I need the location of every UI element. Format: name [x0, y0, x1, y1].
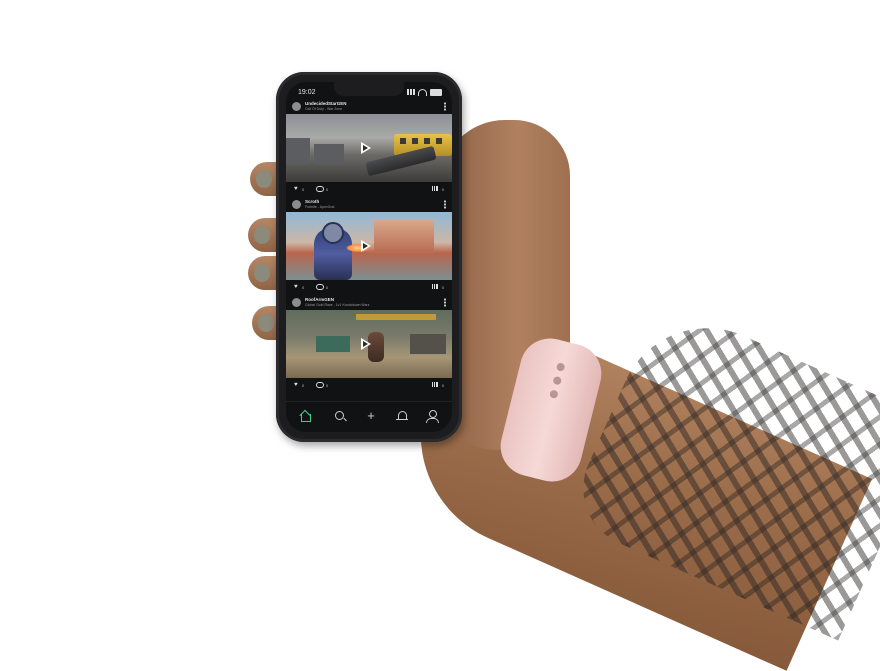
- bell-icon[interactable]: [396, 410, 408, 422]
- notch: [334, 82, 404, 96]
- avatar[interactable]: [292, 298, 301, 307]
- scene-container: [410, 334, 446, 354]
- comment-icon[interactable]: [316, 382, 324, 388]
- post-subtitle: Call Of Duty - War Zone: [305, 107, 343, 111]
- smartphone: 19:02 UndecidedStarGEN Call Of Duty - Wa…: [276, 72, 462, 442]
- comment-count: 0: [326, 383, 329, 388]
- heart-icon[interactable]: ♥: [294, 382, 298, 388]
- feed-post: RoofArmGEN Global Gold Race - 1v1 Knockd…: [286, 296, 452, 392]
- post-actions: ♥ 0 0 0: [286, 378, 452, 392]
- stats-icon: [432, 382, 438, 387]
- comment-icon[interactable]: [316, 284, 324, 290]
- fingernail: [256, 170, 272, 188]
- status-icons: [407, 88, 442, 96]
- post-username[interactable]: UndecidedStarGEN: [305, 101, 347, 106]
- post-actions: ♥ 0 0 0: [286, 280, 452, 294]
- video-thumbnail[interactable]: [286, 212, 452, 280]
- watch-band-hole: [552, 375, 563, 386]
- fingernail: [254, 226, 270, 244]
- status-time: 19:02: [298, 88, 316, 96]
- play-icon[interactable]: [361, 338, 371, 350]
- more-options-icon[interactable]: [444, 102, 446, 111]
- plus-icon[interactable]: +: [365, 409, 377, 422]
- view-count: 0: [441, 285, 444, 290]
- avatar[interactable]: [292, 200, 301, 209]
- profile-icon[interactable]: [426, 410, 439, 423]
- post-header: Scroth Fortnite - ApexGod: [286, 198, 452, 212]
- post-header: RoofArmGEN Global Gold Race - 1v1 Knockd…: [286, 296, 452, 310]
- scene-crane: [356, 314, 436, 320]
- comment-count: 0: [326, 187, 329, 192]
- heart-icon[interactable]: ♥: [294, 186, 298, 192]
- scene-container: [316, 336, 350, 352]
- post-subtitle: Fortnite - ApexGod: [305, 205, 335, 209]
- tram-window: [436, 138, 442, 144]
- scene-building: [314, 144, 344, 164]
- tram-window: [424, 138, 430, 144]
- post-username[interactable]: RoofArmGEN: [305, 297, 334, 302]
- like-count: 0: [302, 285, 305, 290]
- video-thumbnail[interactable]: [286, 310, 452, 378]
- comment-icon[interactable]: [316, 186, 324, 192]
- stats-icon: [432, 186, 438, 191]
- more-options-icon[interactable]: [444, 298, 446, 307]
- view-count: 0: [441, 383, 444, 388]
- feed-post: UndecidedStarGEN Call Of Duty - War Zone…: [286, 100, 452, 196]
- tram-window: [412, 138, 418, 144]
- feed-post: Scroth Fortnite - ApexGod ♥ 0 0 0: [286, 198, 452, 294]
- search-icon[interactable]: [334, 410, 346, 422]
- comment-count: 0: [326, 285, 329, 290]
- play-icon[interactable]: [361, 142, 371, 154]
- fingernail: [258, 314, 274, 332]
- like-count: 0: [302, 383, 305, 388]
- play-icon[interactable]: [361, 240, 371, 252]
- heart-icon[interactable]: ♥: [294, 284, 298, 290]
- watch-band-hole: [549, 389, 559, 400]
- tram-window: [400, 138, 406, 144]
- post-actions: ♥ 0 0 0: [286, 182, 452, 196]
- wifi-icon: [418, 88, 427, 96]
- post-subtitle: Global Gold Race - 1v1 Knockdown Warz: [305, 303, 370, 307]
- post-header: UndecidedStarGEN Call Of Duty - War Zone: [286, 100, 452, 114]
- phone-screen: 19:02 UndecidedStarGEN Call Of Duty - Wa…: [286, 82, 452, 432]
- post-username[interactable]: Scroth: [305, 199, 319, 204]
- home-icon[interactable]: [300, 410, 312, 422]
- battery-icon: [430, 88, 442, 96]
- more-options-icon[interactable]: [444, 200, 446, 209]
- view-count: 0: [441, 187, 444, 192]
- like-count: 0: [302, 187, 305, 192]
- stats-icon: [432, 284, 438, 289]
- scene-castle: [374, 220, 434, 254]
- scene-hero-helmet: [322, 222, 344, 244]
- avatar[interactable]: [292, 102, 301, 111]
- fingernail: [254, 264, 270, 282]
- watch-band-hole: [555, 362, 566, 372]
- scene-building: [286, 138, 310, 164]
- video-thumbnail[interactable]: [286, 114, 452, 182]
- bottom-nav: +: [286, 401, 452, 432]
- signal-icon: [407, 89, 415, 95]
